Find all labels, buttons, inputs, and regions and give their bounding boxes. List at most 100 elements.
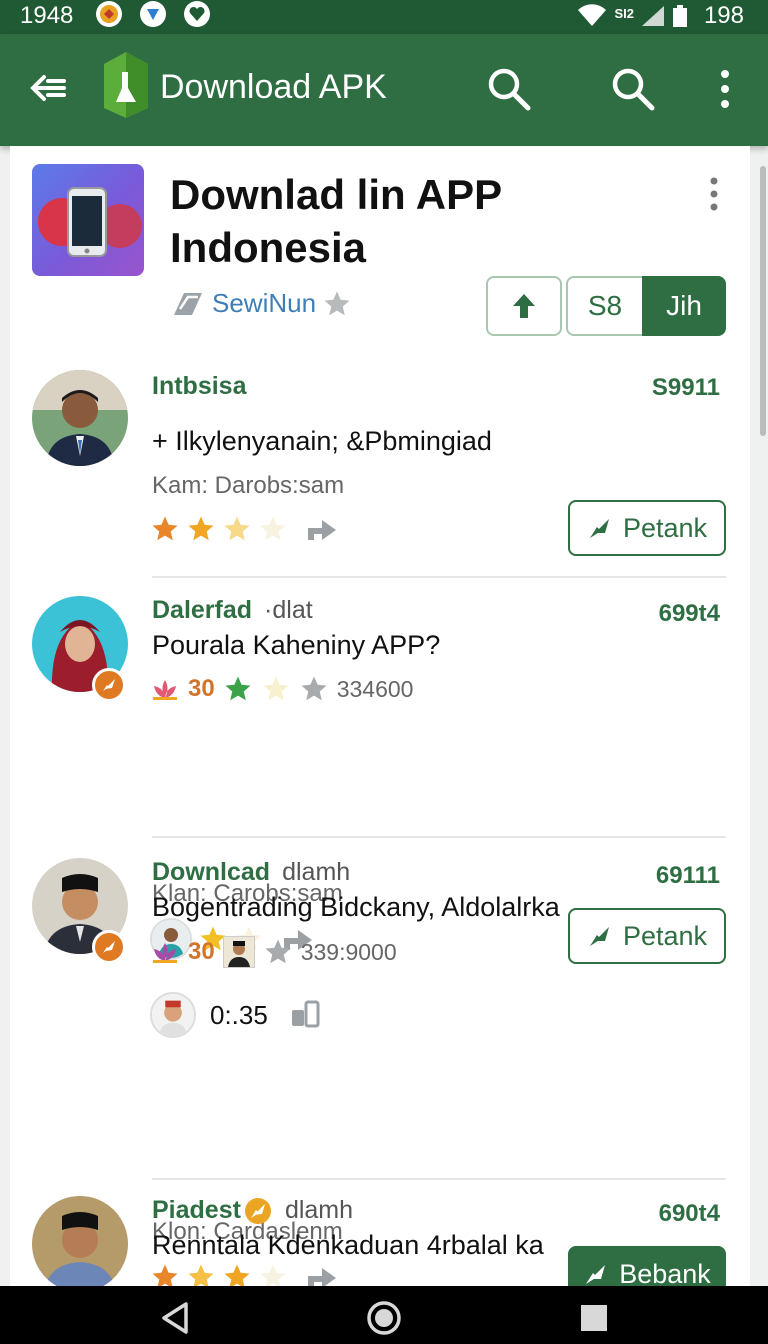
lotus-icon [153, 680, 177, 700]
app-title-line-2: Indonesia [170, 224, 367, 271]
reviewer-name-text: Piadest [152, 1196, 241, 1224]
more-vert-icon[interactable] [712, 66, 738, 112]
star-icon [301, 676, 327, 701]
reviewer-name[interactable]: Dalerfad ·dlat [152, 596, 313, 625]
notification-app-icon-1 [96, 1, 122, 27]
mini-avatar[interactable] [150, 992, 196, 1038]
back-arrow-icon[interactable] [26, 66, 70, 110]
nav-home-icon[interactable] [366, 1300, 402, 1336]
review-count: 699t4 [658, 600, 720, 627]
arrow-up-icon [513, 294, 535, 318]
review-text: + Ilkylenyanain; &Pbmingiad [152, 426, 492, 456]
reviewer-stats-row: 30 339:9000 [150, 936, 397, 968]
app-icon[interactable] [32, 164, 144, 276]
reviewer-name[interactable]: Piadest dlamh [152, 1196, 353, 1226]
lotus-icon [153, 943, 177, 963]
app-more-vert-icon[interactable] [702, 174, 726, 214]
content-card: Downlad lin APP Indonesia SewiNun S8 Jih… [10, 146, 750, 1286]
notification-app-icon-3 [184, 1, 210, 27]
star-icon [152, 1264, 178, 1286]
battery-icon [672, 5, 687, 27]
review-text: Renntala Kdenkaduan 4rbalal ka [152, 1230, 544, 1260]
status-bar: 1948 SI2 198 [0, 0, 768, 34]
star-icon [225, 676, 251, 701]
developer-name[interactable]: SewiNun [212, 288, 316, 319]
star-icon [188, 516, 214, 541]
star-icon [224, 1264, 250, 1286]
reviewer-name[interactable]: Downlcad dlamh [152, 858, 350, 887]
verified-badge-icon [92, 930, 126, 964]
star-icon [224, 516, 250, 541]
app-title: Downlad lin APP Indonesia [170, 168, 670, 274]
star-icon [152, 516, 178, 541]
star-icon [263, 676, 289, 701]
appbar-title: Download APK [160, 68, 387, 106]
developer-row[interactable]: SewiNun [170, 288, 352, 319]
battery-level: 198 [703, 2, 744, 29]
app-bar: Download APK [0, 34, 768, 146]
verified-badge-icon [92, 668, 126, 702]
app-title-line-1: Downlad lin APP [170, 171, 503, 218]
device-icon [291, 1000, 320, 1028]
reviewer-stats-row: 30 334600 [150, 674, 413, 704]
share-icon[interactable] [304, 1262, 340, 1286]
scrollbar[interactable] [760, 166, 766, 436]
reviewer-name-suffix: ·dlat [264, 596, 313, 624]
review-action-button[interactable]: Petank [568, 500, 726, 556]
timer-value: 0:.35 [210, 999, 268, 1030]
star-icon [324, 291, 350, 315]
status-time: 1948 [20, 2, 74, 29]
review-action-button[interactable]: Petank [568, 908, 726, 964]
segment-button-3[interactable]: Jih [642, 276, 726, 336]
star-icon [260, 1264, 286, 1286]
star-icon [188, 1264, 214, 1286]
rating-stars [150, 514, 340, 544]
search-icon[interactable] [486, 66, 532, 112]
send-icon [589, 519, 609, 538]
avatar[interactable] [32, 1196, 128, 1286]
send-icon [589, 927, 609, 946]
review-count: S9911 [651, 374, 720, 401]
badge-count: 30 [188, 938, 215, 965]
timer-row: 0:.35 [150, 992, 322, 1038]
reviewer-name-suffix: dlamh [282, 858, 351, 886]
search-icon-secondary[interactable] [610, 66, 656, 112]
avatar[interactable] [32, 370, 128, 466]
review-action-button[interactable]: Bebank [568, 1246, 726, 1286]
nav-recents-icon[interactable] [576, 1300, 612, 1336]
review-meta: Kam: Darobs:sam [152, 472, 345, 499]
send-icon [586, 1265, 606, 1284]
reviewer-name[interactable]: Intbsisa [152, 372, 246, 401]
rating-stars [150, 1262, 340, 1286]
verified-badge-icon [244, 1198, 271, 1225]
signal-label: SI2 [614, 5, 634, 21]
developer-logo-icon [174, 292, 202, 315]
nav-back-icon[interactable] [158, 1300, 194, 1336]
star-icon [260, 516, 286, 541]
sub-count: 334600 [336, 675, 414, 702]
divider [152, 1178, 726, 1180]
star-icon [265, 939, 291, 964]
apk-logo-icon [104, 52, 148, 118]
divider [152, 836, 726, 838]
reviewer-name-suffix: dlamh [284, 1196, 354, 1224]
notification-app-icon-2 [140, 1, 166, 27]
review-count: 69111 [655, 862, 720, 889]
share-icon[interactable] [304, 514, 340, 544]
wifi-icon [578, 4, 607, 27]
badge-count: 30 [188, 675, 215, 702]
system-nav-bar [0, 1286, 768, 1344]
mini-avatar[interactable] [222, 936, 255, 968]
reviewer-name-text: Dalerfad [152, 596, 253, 624]
reviewer-name-text: Downlcad [152, 858, 271, 886]
cellular-signal-icon [641, 6, 664, 26]
sub-count: 339:9000 [300, 938, 397, 965]
button-label: Petank [622, 512, 708, 543]
button-label: Bebank [619, 1258, 711, 1287]
review-text: Bogentrading Bidckany, Aldolalrka [152, 892, 560, 922]
review-count: 690t4 [658, 1200, 720, 1227]
segment-button-2[interactable]: S8 [566, 276, 642, 336]
button-label: Petank [622, 920, 708, 951]
divider [152, 576, 726, 578]
upvote-button[interactable] [486, 276, 562, 336]
